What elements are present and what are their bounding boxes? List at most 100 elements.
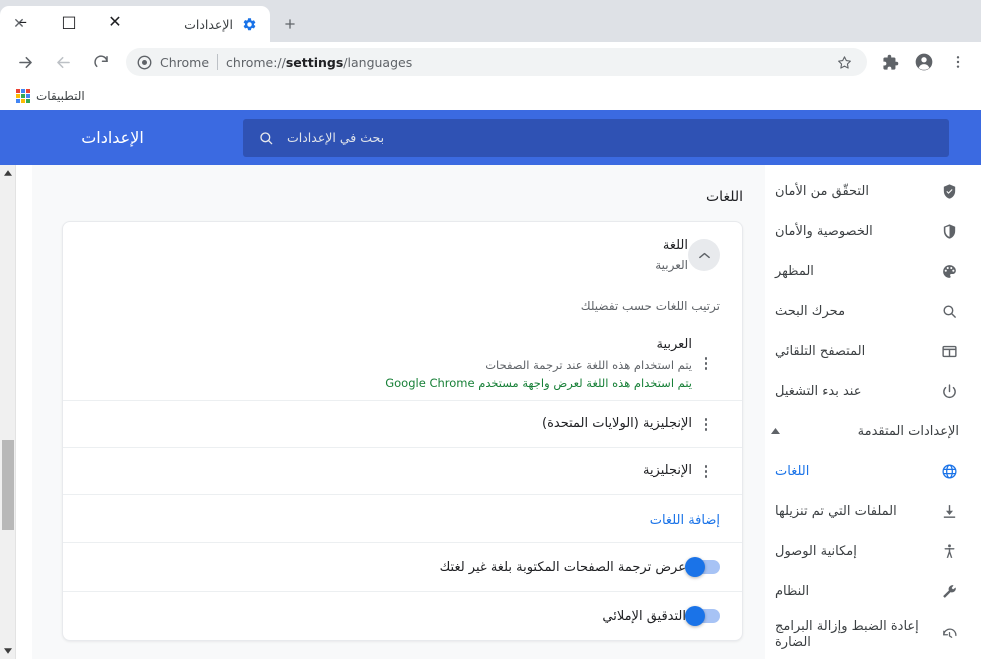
language-name: الإنجليزية (الولايات المتحدة) <box>542 415 692 431</box>
language-card-header-text: اللغة العربية <box>77 236 688 275</box>
browser-icon <box>939 341 959 361</box>
language-card-subtitle: العربية <box>655 258 688 273</box>
sidebar-item-safety-check[interactable]: التحقّق من الأمان <box>751 171 981 211</box>
sidebar-item-default-browser[interactable]: المتصفح التلقائي <box>751 331 981 371</box>
window-maximize-button[interactable]: □ <box>46 4 92 38</box>
language-row[interactable]: العربية يتم استخدام هذه اللغة عند ترجمة … <box>63 327 742 401</box>
language-list-header: ترتيب اللغات حسب تفضيلك <box>580 298 720 313</box>
more-options-icon[interactable] <box>692 350 720 378</box>
tab-strip: الإعدادات ✕ ✕ □ – <box>0 0 981 42</box>
language-note-translate: يتم استخدام هذه اللغة عند ترجمة الصفحات <box>485 357 692 372</box>
more-options-icon[interactable] <box>692 410 720 438</box>
sidebar-item-label: عند بدء التشغيل <box>775 383 862 399</box>
shield-check-icon <box>939 181 959 201</box>
more-options-icon[interactable] <box>692 457 720 485</box>
sidebar-item-on-startup[interactable]: عند بدء التشغيل <box>751 371 981 411</box>
globe-icon <box>939 461 959 481</box>
sidebar-item-label: الخصوصية والأمان <box>775 223 873 239</box>
sidebar-item-label: التحقّق من الأمان <box>775 183 869 199</box>
settings-search-placeholder: بحث في الإعدادات <box>287 130 385 145</box>
window-minimize-button[interactable]: – <box>0 4 46 38</box>
language-note-ui: يتم استخدام هذه اللغة لعرض واجهة مستخدم … <box>385 375 692 390</box>
extensions-icon[interactable] <box>875 47 905 77</box>
language-row-text: الإنجليزية (الولايات المتحدة) <box>77 414 692 435</box>
settings-header: بحث في الإعدادات الإعدادات <box>0 110 981 165</box>
security-chip-label: Chrome <box>160 54 210 70</box>
bookmark-apps-label: التطبيقات <box>36 89 85 103</box>
power-icon <box>939 381 959 401</box>
omnibox-separator <box>217 54 219 70</box>
bookmarks-bar: التطبيقات <box>0 82 981 110</box>
sidebar-item-label: النظام <box>775 583 810 599</box>
reload-icon[interactable] <box>86 47 116 77</box>
language-row[interactable]: الإنجليزية <box>63 447 742 494</box>
sidebar-item-privacy-security[interactable]: الخصوصية والأمان <box>751 211 981 251</box>
download-icon <box>939 501 959 521</box>
sidebar-item-system[interactable]: النظام <box>751 571 981 611</box>
add-languages-row: إضافة اللغات <box>63 494 742 542</box>
restore-icon <box>939 625 959 645</box>
sidebar-item-label: محرك البحث <box>775 303 846 319</box>
offer-translate-label: عرض ترجمة الصفحات المكتوبة بلغة غير لغتك <box>439 559 686 575</box>
wrench-icon <box>939 581 959 601</box>
scrollbar-thumb[interactable] <box>2 440 14 530</box>
search-icon <box>257 129 275 147</box>
language-card-header[interactable]: اللغة العربية <box>63 222 742 289</box>
sidebar-item-label: المتصفح التلقائي <box>775 343 866 359</box>
browser-toolbar: Chrome chrome://settings/languages <box>0 42 981 82</box>
sidebar-item-accessibility[interactable]: إمكانية الوصول <box>751 531 981 571</box>
forward-arrow-icon[interactable] <box>10 47 40 77</box>
scrollbar-up-arrow[interactable] <box>0 165 16 181</box>
sidebar-item-label: اللغات <box>775 463 810 479</box>
bookmark-star-icon[interactable] <box>831 49 857 75</box>
apps-grid-icon <box>16 89 30 103</box>
sidebar-item-reset-cleanup[interactable]: إعادة الضبط وإزالة البرامج الضارة <box>751 611 981 659</box>
spell-check-toggle[interactable] <box>685 606 720 627</box>
more-menu-icon[interactable] <box>943 47 973 77</box>
sidebar-item-label: إمكانية الوصول <box>775 543 857 559</box>
new-tab-button[interactable] <box>276 10 304 38</box>
sidebar-item-label: إعادة الضبط وإزالة البرامج الضارة <box>775 618 919 650</box>
settings-search-box[interactable]: بحث في الإعدادات <box>243 118 949 157</box>
offer-translate-row[interactable]: عرض ترجمة الصفحات المكتوبة بلغة غير لغتك <box>63 542 742 591</box>
settings-sidebar: التحقّق من الأمان الخصوصية والأمان المظه… <box>751 165 981 659</box>
accessibility-icon <box>939 541 959 561</box>
toggle-knob <box>685 557 705 578</box>
page-title: اللغات <box>706 189 743 205</box>
spell-check-label: التدقيق الإملائي <box>602 608 686 624</box>
window-controls: ✕ □ – <box>0 0 138 42</box>
settings-title: الإعدادات <box>81 128 144 147</box>
sidebar-item-languages[interactable]: اللغات <box>751 451 981 491</box>
page-viewport: بحث في الإعدادات الإعدادات التحقّق من ال… <box>0 110 981 659</box>
shield-icon <box>939 221 959 241</box>
sidebar-item-appearance[interactable]: المظهر <box>751 251 981 291</box>
address-bar[interactable]: Chrome chrome://settings/languages <box>126 48 867 76</box>
chevron-up-icon[interactable] <box>688 239 720 272</box>
bookmark-apps[interactable]: التطبيقات <box>10 87 91 105</box>
add-languages-link[interactable]: إضافة اللغات <box>650 513 720 528</box>
scrollbar-down-arrow[interactable] <box>0 643 16 659</box>
sidebar-group-label: الإعدادات المتقدمة <box>857 423 959 439</box>
sidebar-item-downloads[interactable]: الملفات التي تم تنزيلها <box>751 491 981 531</box>
back-arrow-icon[interactable] <box>48 47 78 77</box>
gear-icon <box>241 16 258 33</box>
language-row[interactable]: الإنجليزية (الولايات المتحدة) <box>63 400 742 447</box>
sidebar-group-advanced[interactable]: الإعدادات المتقدمة <box>751 411 981 451</box>
sidebar-item-label: الملفات التي تم تنزيلها <box>775 503 897 519</box>
palette-icon <box>939 261 959 281</box>
languages-card: اللغة العربية ترتيب اللغات حسب تفضيلك ال… <box>62 221 743 642</box>
settings-main-panel: اللغات اللغة العربية ترتيب اللغات حسب تف… <box>32 165 765 659</box>
settings-content: التحقّق من الأمان الخصوصية والأمان المظه… <box>16 165 981 659</box>
spell-check-row[interactable]: التدقيق الإملائي <box>63 591 742 640</box>
toggle-knob <box>685 606 705 627</box>
window-scrollbar[interactable] <box>0 165 16 659</box>
window-close-button[interactable]: ✕ <box>92 4 138 38</box>
sidebar-item-label: المظهر <box>775 263 814 279</box>
language-name: الإنجليزية <box>642 462 692 478</box>
language-name: العربية <box>656 336 692 352</box>
profile-avatar-icon[interactable] <box>909 47 939 77</box>
offer-translate-toggle[interactable] <box>685 557 720 578</box>
language-row-text: العربية يتم استخدام هذه اللغة عند ترجمة … <box>77 335 692 393</box>
language-card-title: اللغة <box>662 238 688 253</box>
sidebar-item-search-engine[interactable]: محرك البحث <box>751 291 981 331</box>
